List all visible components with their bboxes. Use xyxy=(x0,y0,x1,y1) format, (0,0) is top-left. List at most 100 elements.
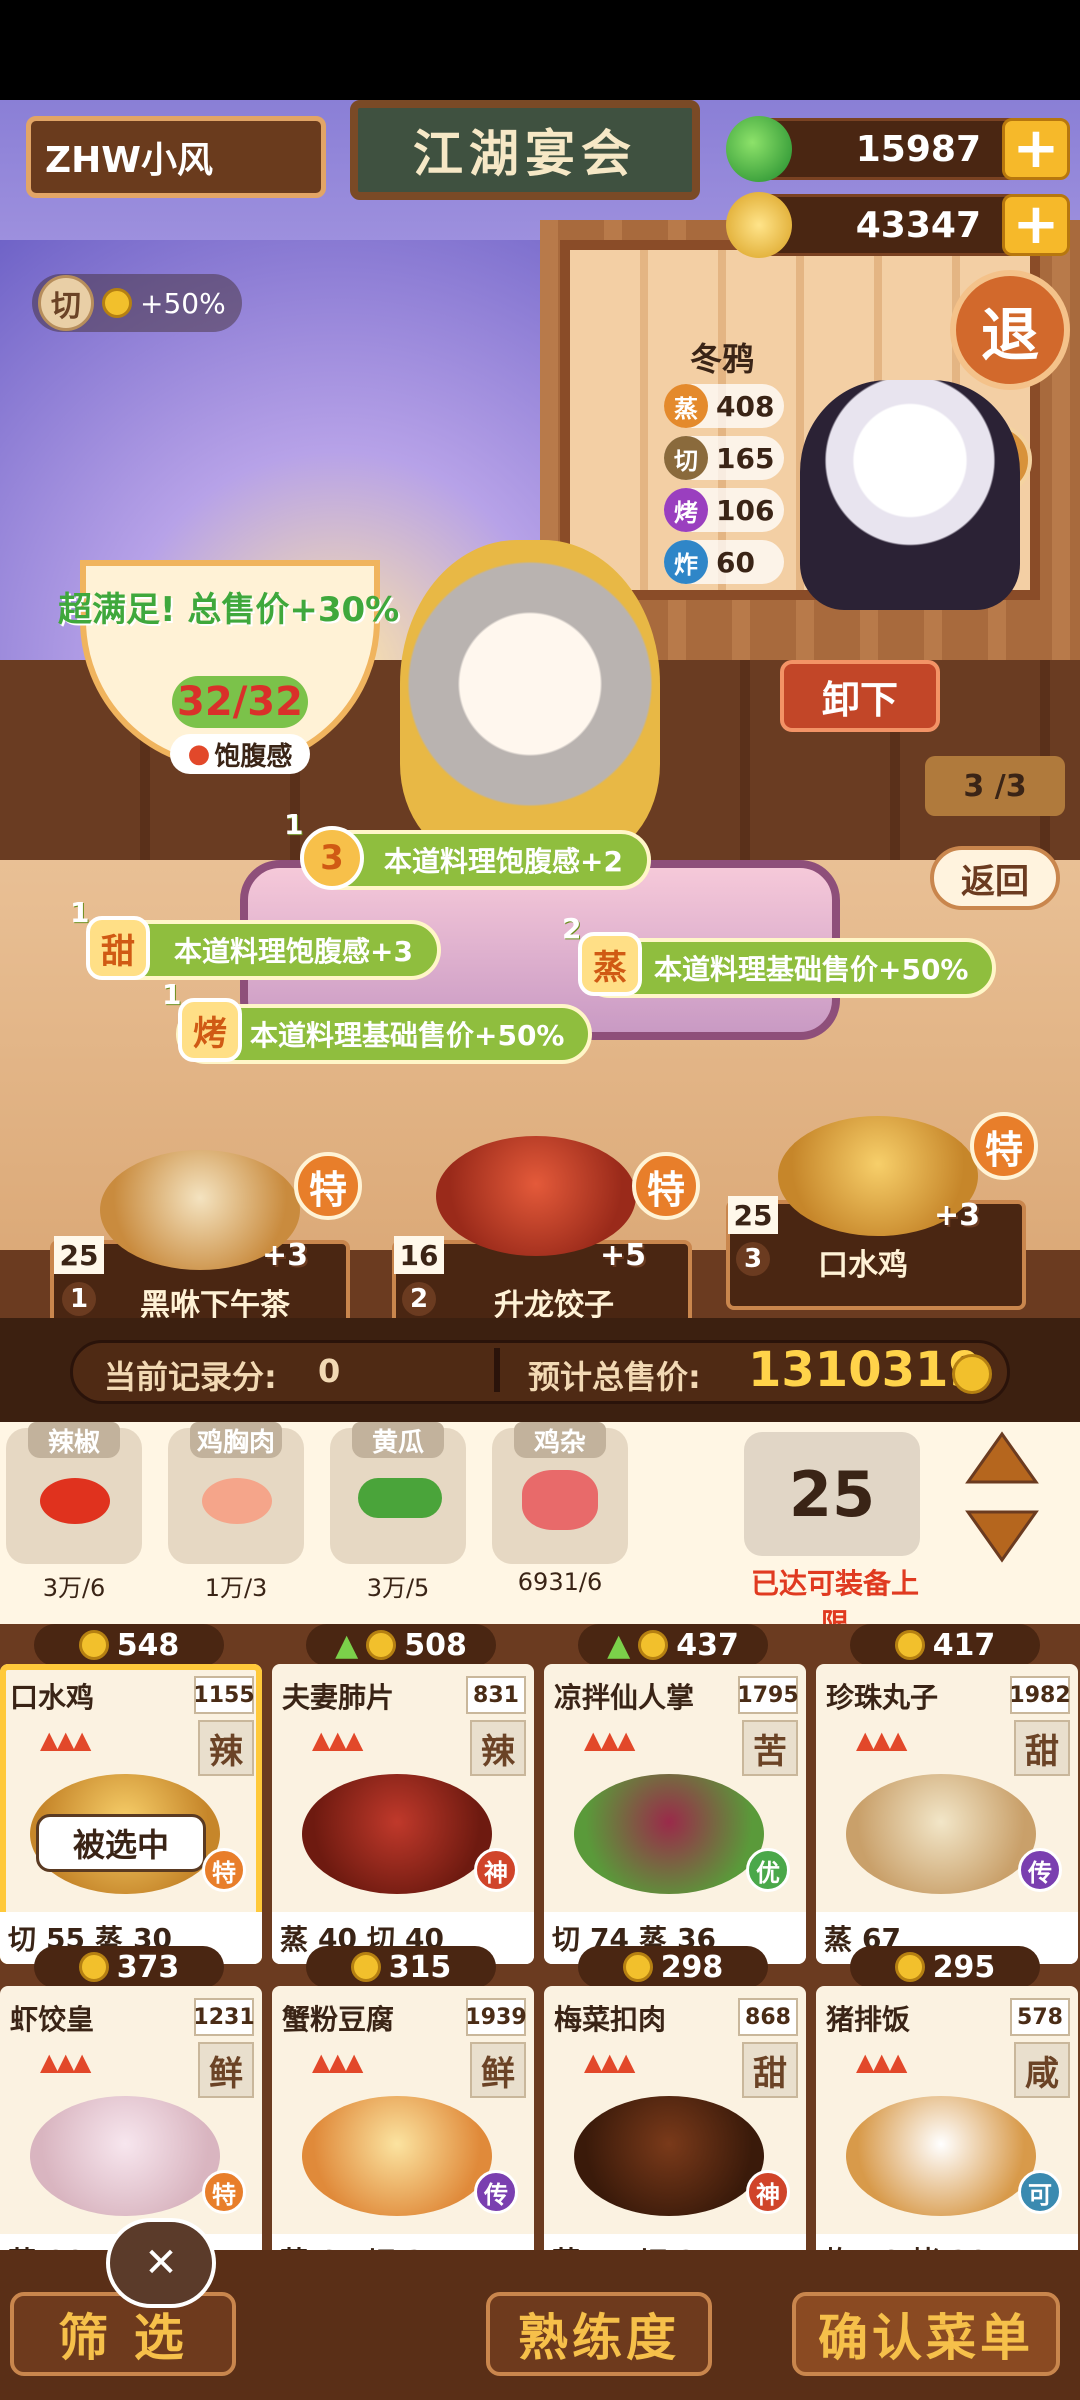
recipe-price: 548 xyxy=(34,1624,224,1666)
effect-text: 本道料理基础售价+50% xyxy=(654,953,969,986)
recipe-name: 梅菜扣肉 xyxy=(554,2003,667,2036)
dish-bonus: +3 xyxy=(262,1238,309,1273)
effect-count: 2 xyxy=(562,912,582,945)
customer-character xyxy=(400,540,660,860)
ingredient-name: 鸡胸肉 xyxy=(190,1422,282,1458)
req-skill: 切 xyxy=(367,2240,395,2250)
price-value: 508 xyxy=(404,1627,467,1663)
special-badge: 特 xyxy=(632,1152,700,1220)
recipe-stock: 868 xyxy=(738,1998,798,2036)
dish-index: 1 xyxy=(62,1282,96,1316)
stat-value: 165 xyxy=(716,441,775,475)
taste-tag: 咸 xyxy=(1014,2042,1070,2098)
recipe-card[interactable]: 凉拌仙人掌 1795 苦 ▲▲▲ 优 切 74 蒸 36 xyxy=(544,1664,806,1964)
satiety-label-text: 饱腹感 xyxy=(214,741,293,772)
recipe-card[interactable]: 猪排饭 578 咸 ▲▲▲ 可 炸50烤20 xyxy=(816,1986,1078,2250)
add-coin-button[interactable]: + xyxy=(1002,194,1070,256)
jade-icon xyxy=(726,116,792,182)
req-skill: 切 xyxy=(8,1923,37,1956)
recipe-card[interactable]: 珍珠丸子 1982 甜 ▲▲▲ 传 蒸 67 xyxy=(816,1664,1078,1964)
super-satisfied-text: 超满足! 总售价+30% xyxy=(58,590,400,630)
chicken-offal-icon xyxy=(522,1470,598,1530)
arrow-down-icon[interactable] xyxy=(964,1508,1040,1564)
recipe-card[interactable]: 梅菜扣肉 868 甜 ▲▲▲ 神 蒸45切35 xyxy=(544,1986,806,2250)
recipe-card[interactable]: 虾饺皇 1231 鲜 ▲▲▲ 特 蒸80 xyxy=(0,1986,262,2250)
recipe-requirements: 蒸45切35 xyxy=(544,2234,806,2250)
price-value: 373 xyxy=(116,1949,180,1985)
recipe-image xyxy=(574,1774,764,1894)
grade-badge: 神 xyxy=(746,2170,790,2214)
chef-stat-fry: 炸 60 xyxy=(664,540,784,584)
fire-rating-icon: ▲▲▲ xyxy=(584,1726,635,1754)
recipe-card[interactable]: 口水鸡 1155 辣 ▲▲▲ 被选中 特 切 55 蒸 30 xyxy=(0,1664,262,1964)
req-skill: 蒸 xyxy=(824,1923,853,1956)
chef-portrait[interactable] xyxy=(800,380,1020,610)
recipe-image xyxy=(30,2096,220,2216)
recipe-name: 珍珠丸子 xyxy=(826,1681,939,1714)
special-badge: 特 xyxy=(294,1152,362,1220)
coin-icon xyxy=(622,1952,653,1982)
req-skill: 烤 xyxy=(911,2240,939,2250)
coin-icon xyxy=(78,1630,109,1660)
stat-value: 60 xyxy=(716,545,755,579)
effect-count: 1 xyxy=(162,978,182,1011)
filter-button[interactable]: 筛 选 xyxy=(10,2292,236,2376)
recipe-price: 315 xyxy=(306,1946,496,1988)
confirm-menu-button[interactable]: 确认菜单 xyxy=(792,2292,1060,2376)
stat-value: 106 xyxy=(716,493,775,527)
fire-rating-icon: ▲▲▲ xyxy=(584,2048,635,2076)
recipe-image xyxy=(302,2096,492,2216)
satiety-label: ● 饱腹感 xyxy=(170,734,310,774)
chicken-breast-icon xyxy=(202,1478,272,1524)
ingredient-qty: 6931/6 xyxy=(517,1568,603,1596)
price-value: 437 xyxy=(676,1627,739,1663)
fire-rating-icon: ▲▲▲ xyxy=(312,1726,363,1754)
arrow-up-icon: ▲ xyxy=(607,1627,631,1663)
price-value: 295 xyxy=(932,1949,996,1985)
unload-chef-button[interactable]: 卸下 xyxy=(780,660,940,732)
req-skill: 蒸 xyxy=(8,2240,36,2250)
effect-pill: 本道料理基础售价+50% xyxy=(580,938,997,998)
grade-badge: 传 xyxy=(1018,1848,1062,1892)
recipe-stock: 1155 xyxy=(193,1676,255,1714)
total-price-value: 1310319 xyxy=(748,1342,982,1398)
special-badge: 特 xyxy=(970,1112,1038,1180)
cut-bonus-value: +50% xyxy=(140,286,226,320)
fire-rating-icon: ▲▲▲ xyxy=(856,1726,907,1754)
proficiency-button[interactable]: 熟练度 xyxy=(486,2292,712,2376)
recipe-name: 虾饺皇 xyxy=(10,2003,95,2036)
fire-rating-icon: ▲▲▲ xyxy=(40,2048,91,2076)
dish-count: 25 xyxy=(54,1236,104,1274)
effect-text: 本道料理饱腹感+3 xyxy=(174,935,413,968)
coin-value: 43347 xyxy=(855,204,981,246)
price-value: 298 xyxy=(660,1949,724,1985)
dish-index: 2 xyxy=(402,1282,436,1316)
ingredient-name: 鸡杂 xyxy=(514,1422,606,1458)
grade-badge: 特 xyxy=(202,1848,246,1892)
reset-filter-icon[interactable]: ✕ xyxy=(106,2218,216,2308)
add-jade-button[interactable]: + xyxy=(1002,118,1070,180)
exit-button[interactable]: 退 xyxy=(950,270,1070,390)
req-skill: 切 xyxy=(639,2240,667,2250)
arrow-up-icon[interactable] xyxy=(964,1430,1040,1486)
price-value: 548 xyxy=(116,1627,180,1663)
recipe-stock: 831 xyxy=(466,1676,526,1714)
recipe-stock: 1795 xyxy=(737,1676,799,1714)
recipe-price: 298 xyxy=(578,1946,768,1988)
chef-stat-cut: 切 165 xyxy=(664,436,784,480)
back-button[interactable]: 返回 xyxy=(930,846,1060,910)
taste-tag: 辣 xyxy=(198,1720,254,1776)
recipe-card[interactable]: 夫妻肺片 831 辣 ▲▲▲ 神 蒸 40 切 40 xyxy=(272,1664,534,1964)
grade-badge: 传 xyxy=(474,2170,518,2214)
jade-value: 15987 xyxy=(855,128,981,170)
fry-skill-icon: 炸 xyxy=(664,540,708,584)
taste-tag: 辣 xyxy=(470,1720,526,1776)
fire-rating-icon: ▲▲▲ xyxy=(40,1726,91,1754)
coin-icon xyxy=(952,1354,992,1394)
cut-skill-icon: 切 xyxy=(38,275,94,331)
recipe-card[interactable]: 蟹粉豆腐 1939 鲜 ▲▲▲ 传 蒸65切25 xyxy=(272,1986,534,2250)
dish-count: 25 xyxy=(728,1196,778,1234)
taste-tag: 苦 xyxy=(742,1720,798,1776)
dish-bonus: +3 xyxy=(934,1198,981,1233)
satiety-value: 32/32 xyxy=(172,676,308,728)
